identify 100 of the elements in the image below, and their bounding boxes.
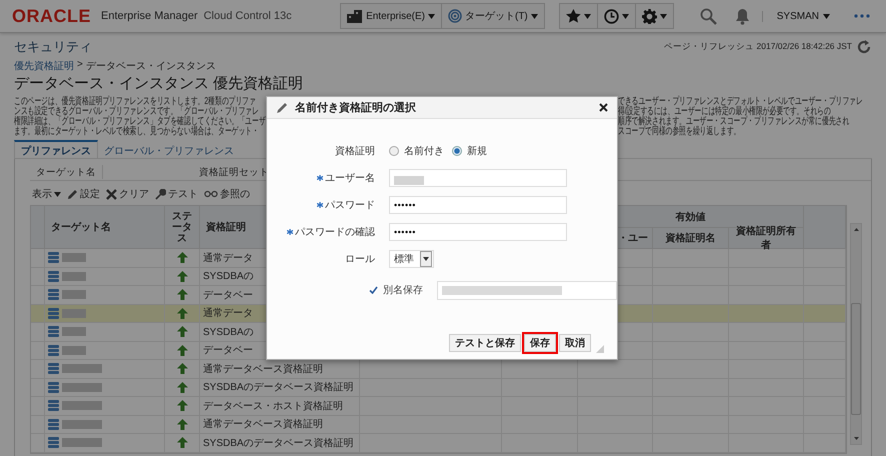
table-cell-text: 通常データ [203,306,253,320]
table-cell [804,416,846,434]
search-label: 資格証明セット [198,166,270,178]
row-header-cell[interactable] [31,360,45,378]
table-cell-text: 通常データ [203,252,253,265]
breadcrumb-link[interactable]: 優先資格証明 [14,59,74,73]
bell-icon[interactable] [734,8,750,24]
row-header-cell[interactable] [31,397,45,416]
password-field[interactable]: •••••• [389,196,567,214]
blurred-name [62,346,86,355]
breadcrumb-separator: > [77,59,83,72]
database-icon [48,344,59,356]
scroll-thumb[interactable] [851,303,861,415]
caret-icon [584,14,591,18]
row-header-cell[interactable] [31,323,45,342]
table-cell-text: 通常データベース資格証明 [203,418,323,432]
username-field[interactable] [389,168,567,186]
table-cell-text: SYSDBAのデータベース資格証明 [203,436,354,450]
scroll-down-icon[interactable] [854,437,858,440]
toolbar-button[interactable]: 表示 [30,187,63,201]
alias-field[interactable] [437,280,617,300]
row-header-cell[interactable] [31,416,45,434]
description-text: ます。最初にターゲット・レベルで検索し、見つからない場合は、ターゲット・ [14,127,259,137]
table-cell-text: データベース・ホスト資格証明 [203,400,343,413]
blurred-name [62,327,86,336]
table-cell [804,249,846,268]
close-icon[interactable] [599,103,608,112]
dialog-button[interactable]: テストと保存 [449,334,521,352]
caret-icon [530,14,538,18]
caret-icon [660,14,667,18]
row-header-cell[interactable] [31,342,45,360]
user-menu-button[interactable]: SYSMAN [762,10,838,22]
scrollbar[interactable] [850,223,862,445]
field-label: 別名保存 [383,284,423,297]
database-icon [48,437,59,448]
description-text: このページは、優先資格証明プリファレンスをリストします。2種類のプリファ [14,97,256,107]
blurred-name [62,290,86,300]
oracle-logo: ORACLE [12,6,91,26]
breadcrumb-text: データベース・インスタンス [86,60,216,73]
gear-icon [642,8,657,24]
database-icon [48,252,59,264]
caret-icon [423,256,429,260]
blurred-name [62,438,102,448]
radio-button[interactable] [389,146,399,156]
dialog-title: 名前付き資格証明の選択 [295,100,417,115]
toolbar-button[interactable]: 設定 [65,187,102,201]
dialog-button[interactable]: 保存 [524,334,556,352]
table-cell-text: データベー [203,288,253,302]
toolbar-button[interactable]: 参照の [202,187,252,201]
table-cell [804,342,846,360]
clock-icon [604,8,619,24]
nav-menu-button[interactable]: ターゲット(T) [442,4,544,28]
blurred-value [394,176,424,185]
role-select[interactable]: 標準 [389,250,434,268]
password-field[interactable]: •••••• [389,222,567,240]
database-icon [48,289,59,300]
scroll-up-icon[interactable] [854,228,858,231]
dialog-button[interactable]: 取消 [559,334,591,352]
description-text: 順序で解決されます。ユーザー・スコープ・プリファレンスが常に優先され [618,117,850,127]
star-icon [566,9,581,23]
resize-grip-icon[interactable] [596,345,604,353]
table-cell [804,378,846,397]
search-icon[interactable] [700,8,717,24]
table-cell-text: SYSDBAの [203,326,254,339]
toolbar-button[interactable]: テスト [153,187,200,201]
database-icon [48,382,59,393]
toolbar-button[interactable]: クリア [104,187,151,201]
row-header-cell[interactable] [31,434,45,452]
refresh-timestamp: ページ・リフレッシュ 2017/02/26 18:42:26 JST [664,41,852,53]
field-label: ユーザー名 [325,172,375,184]
description-text: ンスも設定できるグローバル・プリファレンスです。「グローバル・プリファレ [14,107,259,117]
row-header-cell[interactable] [31,268,45,286]
row-header-cell[interactable] [31,378,45,397]
database-icon [48,363,59,374]
checkmark-icon[interactable] [369,286,378,294]
database-icon [48,270,59,282]
radio-button[interactable] [452,146,462,156]
search-label: ターゲット名 [35,166,97,178]
nav-menu-button[interactable]: Enterprise(E) [341,4,442,28]
row-header-cell[interactable] [31,304,45,323]
blurred-name [62,364,102,374]
database-icon [48,400,59,412]
tab[interactable]: プリファレンス [14,140,98,158]
blurred-name [62,272,86,281]
field-label: 資格証明 [335,144,375,158]
column-header: ステータス [165,206,200,249]
product-name: Enterprise Manager [101,10,198,22]
table-cell [804,397,846,416]
more-icon[interactable] [854,14,870,18]
refresh-icon[interactable] [856,39,872,55]
blurred-name [62,308,86,318]
row-header-cell[interactable] [31,249,45,268]
database-icon [48,308,59,319]
caret-icon [823,14,830,18]
caret-icon [428,14,435,18]
table-cell [804,323,846,342]
tab[interactable]: グローバル・プリファレンス [98,140,240,158]
caret-icon [54,192,61,196]
table-cell [804,304,846,323]
product-edition: Cloud Control 13c [204,10,292,22]
